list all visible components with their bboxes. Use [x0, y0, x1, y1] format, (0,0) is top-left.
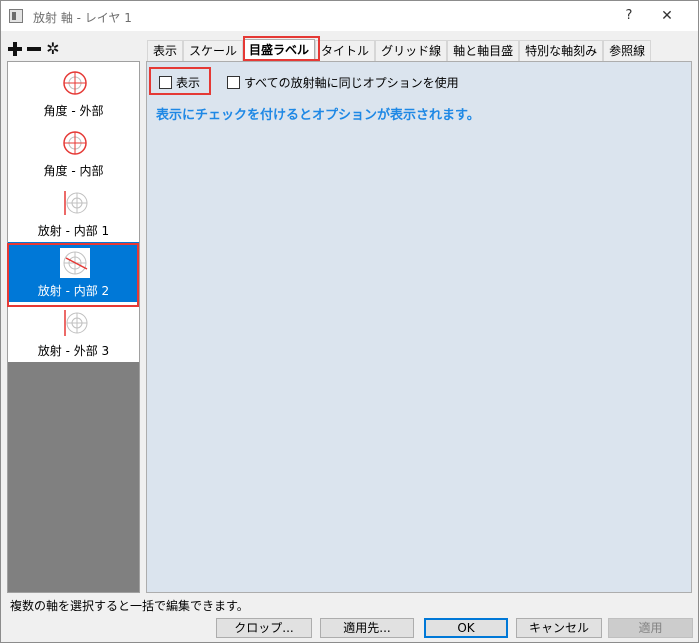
app-icon	[9, 9, 23, 23]
axis-list: 角度 - 外部 角度 - 内部 放射 - 内部 1 放射 - 内部 2 放射 -…	[8, 62, 139, 362]
axis-list-panel: 角度 - 外部 角度 - 内部 放射 - 内部 1 放射 - 内部 2 放射 -…	[7, 61, 140, 593]
gear-icon[interactable]: ✲	[45, 41, 61, 57]
axis-item-label: 放射 - 内部 1	[37, 224, 110, 238]
tab-tick-labels[interactable]: 目盛ラベル	[243, 39, 316, 61]
axis-item-angular-outer[interactable]: 角度 - 外部	[8, 62, 139, 122]
axis-item-radial-inner-2[interactable]: 放射 - 内部 2	[8, 242, 139, 302]
angular-inner-icon	[63, 131, 87, 155]
status-text: 複数の軸を選択すると一括で編集できます。	[10, 599, 249, 613]
hint-text: 表示にチェックを付けるとオプションが表示されます。	[156, 108, 480, 123]
radial-inner-1-icon	[64, 191, 88, 215]
tab-content-panel: 表示 すべての放射軸に同じオプションを使用 表示にチェックを付けるとオプションが…	[146, 61, 692, 593]
apply-to-button[interactable]: 適用先...	[320, 618, 414, 638]
crop-button[interactable]: クロップ...	[216, 618, 312, 638]
dialog-window: 放射 軸 - レイヤ 1 ? ✕ ✲ 角度 - 外部 角度 - 内部 放射 - …	[0, 0, 699, 643]
tab-grid-lines[interactable]: グリッド線	[375, 40, 448, 61]
axis-item-label: 角度 - 外部	[43, 104, 104, 118]
axis-item-label: 放射 - 外部 3	[37, 344, 110, 358]
tab-strip: 表示 スケール 目盛ラベル タイトル グリッド線 軸と軸目盛 特別な軸刻み 参照…	[147, 39, 652, 61]
tab-display[interactable]: 表示	[147, 40, 184, 61]
same-options-checkbox[interactable]	[227, 76, 240, 89]
axis-item-angular-inner[interactable]: 角度 - 内部	[8, 122, 139, 182]
cancel-button[interactable]: キャンセル	[516, 618, 602, 638]
close-button[interactable]: ✕	[657, 6, 677, 26]
axis-item-radial-outer-3[interactable]: 放射 - 外部 3	[8, 302, 139, 362]
radial-outer-3-icon	[64, 310, 88, 336]
axis-item-label: 角度 - 内部	[43, 164, 104, 178]
apply-button[interactable]: 適用	[608, 618, 693, 638]
tab-title[interactable]: タイトル	[315, 40, 376, 61]
tab-special-ticks[interactable]: 特別な軸刻み	[519, 40, 604, 61]
same-options-label: すべての放射軸に同じオプションを使用	[244, 76, 459, 90]
help-button[interactable]: ?	[619, 6, 639, 26]
plus-icon[interactable]	[7, 41, 23, 57]
window-title: 放射 軸 - レイヤ 1	[33, 11, 132, 25]
same-options-option[interactable]: すべての放射軸に同じオプションを使用	[227, 74, 459, 91]
axis-item-radial-inner-1[interactable]: 放射 - 内部 1	[8, 182, 139, 242]
show-option[interactable]: 表示	[159, 74, 200, 91]
tab-scale[interactable]: スケール	[183, 40, 244, 61]
axis-toolbar: ✲	[7, 41, 61, 59]
minus-icon[interactable]	[26, 41, 42, 57]
ok-button[interactable]: OK	[424, 618, 508, 638]
show-checkbox[interactable]	[159, 76, 172, 89]
title-bar: 放射 軸 - レイヤ 1 ? ✕	[1, 1, 698, 31]
angular-outer-icon	[63, 71, 87, 95]
show-checkbox-label: 表示	[176, 76, 201, 90]
axis-item-label: 放射 - 内部 2	[37, 284, 110, 298]
tab-axis-and-ticks[interactable]: 軸と軸目盛	[447, 40, 520, 61]
radial-inner-2-icon	[63, 251, 88, 275]
tab-reference-lines[interactable]: 参照線	[603, 40, 652, 61]
